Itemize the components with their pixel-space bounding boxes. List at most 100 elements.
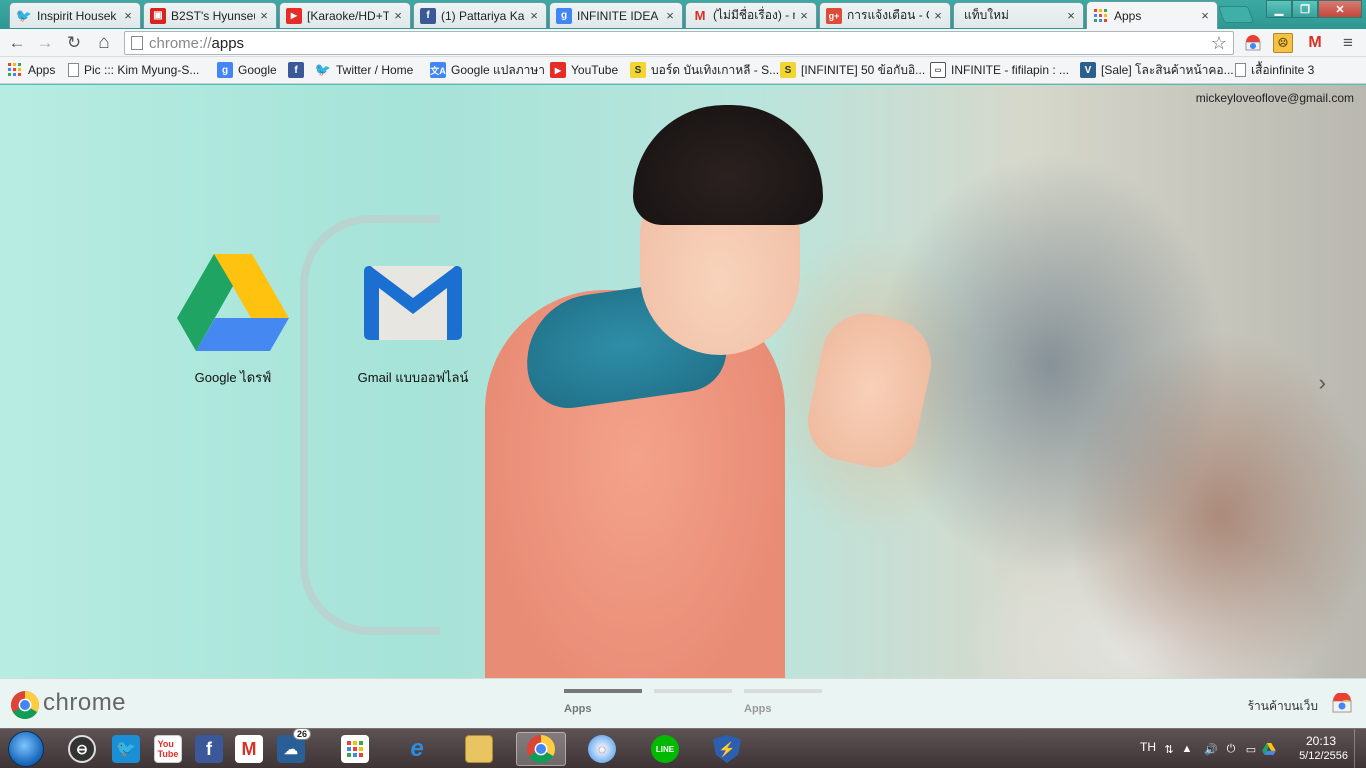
input-method-icon[interactable]: ⇅ [1162,742,1176,756]
bookmark-infinite-shirt[interactable]: เสื้อinfinite 3 [1235,61,1314,79]
page-switcher-apps-3[interactable]: Apps [744,689,822,715]
bookmark-google-translate[interactable]: 文A Google แปลภาษา [430,61,545,79]
bookmark-facebook[interactable]: f [288,61,309,79]
page-switcher-apps-1[interactable]: Apps [564,689,642,715]
notification-badge: 26 [292,728,311,740]
next-page-chevron-icon[interactable]: › [1319,370,1326,396]
bookmark-infinite-50[interactable]: S [INFINITE] 50 ข้อกับอิ... [780,61,925,79]
network-icon[interactable]: ▭ [1244,742,1258,756]
taskbar-twitter[interactable]: 🐦 [106,732,146,766]
taskbar-swirl-app[interactable]: ◌ [582,732,622,766]
google-drive-tray-icon[interactable] [1262,742,1276,756]
v-icon: V [1080,62,1096,78]
app-google-drive[interactable]: Google ไดรฟ์ [158,253,308,388]
close-icon[interactable]: × [932,9,944,22]
menu-icon[interactable]: ≡ [1338,33,1358,53]
close-icon[interactable]: × [528,9,540,22]
show-desktop-button[interactable] [1354,729,1366,768]
page-icon [68,63,79,77]
taskbar-explorer[interactable] [459,732,499,766]
tab-label: แท็บใหม่ [964,8,1009,22]
power-icon[interactable]: ⏻ [1224,742,1238,756]
tab-label: Apps [1114,8,1142,23]
bookmark-star-icon[interactable]: ☆ [1211,33,1227,54]
bookmark-korean-board[interactable]: S บอร์ด บันเทิงเกาหลี - S... [630,61,779,79]
close-icon[interactable]: × [122,9,134,22]
tab-label: การแจ้งเตือน - G [847,8,929,22]
bookmark-label: YouTube [571,63,619,77]
bookmark-sale[interactable]: V [Sale] โละสินค้าหน้าคอ... [1080,61,1234,79]
taskbar-cover-app[interactable]: ⊖ [62,732,102,766]
tab-apps[interactable]: Apps × [1086,1,1218,29]
google-icon: g [556,7,572,24]
google-icon: g [217,62,233,78]
new-tab-button[interactable] [1217,6,1255,23]
account-email[interactable]: mickeyloveoflove@gmail.com [1196,91,1354,105]
home-button[interactable]: ⌂ [93,32,115,54]
taskbar-security[interactable]: ⚡ [707,732,747,766]
page-indicator-bar [654,689,732,693]
tab-facebook[interactable]: f (1) Pattariya Ka × [413,2,547,28]
taskbar-internet-explorer[interactable]: e [397,732,437,766]
tab-new-tab[interactable]: แท็บใหม่ × [953,2,1084,28]
omnibox[interactable]: chrome://apps ☆ [124,31,1234,55]
window-controls: ▁ ❐ ✕ [1266,0,1362,18]
taskbar-facebook[interactable]: f [189,732,229,766]
tab-karaoke[interactable]: ▶ [Karaoke/HD+T × [279,2,411,28]
tab-infinite-idea[interactable]: g INFINITE IDEA | × [549,2,683,28]
webstore-icon[interactable] [1332,693,1352,713]
folder-icon [465,735,493,763]
taskbar-weather[interactable]: ☁ 26 [271,728,311,766]
bookmark-google[interactable]: g Google [217,61,277,79]
webstore-link[interactable]: ร้านค้าบนเว็บ [1248,697,1318,716]
close-icon[interactable]: × [1065,9,1077,22]
close-icon[interactable]: × [258,9,270,22]
volume-icon[interactable]: 🔊 [1204,742,1218,756]
clock-date[interactable]: 5/12/2556 [1299,750,1348,762]
taskbar-apps-launcher[interactable] [335,732,375,766]
app-gmail-offline[interactable]: Gmail แบบออฟไลน์ [338,253,488,388]
taskbar-gmail[interactable]: M [229,732,269,766]
bookmark-apps[interactable]: Apps [7,61,55,79]
google-plus-icon: g+ [826,7,842,24]
bookmark-pic-kim[interactable]: Pic ::: Kim Myung-S... [68,61,199,79]
tab-notifications[interactable]: g+ การแจ้งเตือน - G × [819,2,951,28]
bookmark-fifilapin[interactable]: ▭ INFINITE - fifilapin : ... [930,61,1069,79]
circle-logo-icon: ⊖ [68,735,96,763]
close-icon[interactable]: × [664,9,676,22]
url-host: apps [211,34,245,52]
taskbar-youtube[interactable]: You Tube [148,732,188,766]
page-label: Apps [564,703,592,715]
tab-b2st[interactable]: ▣ B2ST's Hyunseu × [143,2,277,28]
taskbar-line[interactable]: LINE [645,732,685,766]
shield-icon: ⚡ [713,735,741,763]
restore-icon[interactable]: ❐ [1292,0,1318,18]
close-icon[interactable]: × [392,9,404,22]
language-indicator[interactable]: TH [1140,740,1156,754]
webstore-extension-icon[interactable] [1243,33,1263,53]
minimize-icon[interactable]: ▁ [1266,0,1292,18]
forward-button[interactable]: → [34,32,56,54]
emoji-extension-icon[interactable]: ☹ [1273,33,1293,53]
clock-time[interactable]: 20:13 [1306,734,1336,748]
bookmark-twitter[interactable]: 🐦 Twitter / Home [315,61,413,79]
bookmark-youtube[interactable]: ▶ YouTube [550,61,618,79]
close-window-icon[interactable]: ✕ [1318,0,1362,18]
page-switcher-2[interactable] [654,689,732,703]
twitter-icon: 🐦 [314,62,332,77]
reload-button[interactable]: ↻ [63,32,85,54]
chrome-logo-icon [11,691,39,719]
start-button[interactable] [8,731,44,767]
close-icon[interactable]: × [1199,9,1211,22]
gmail-extension-icon[interactable]: M [1305,33,1325,53]
show-hidden-icons-icon[interactable]: ▲ [1180,742,1194,756]
taskbar-chrome[interactable] [516,732,566,766]
close-icon[interactable]: × [798,9,810,22]
background-figure-hand [800,305,940,475]
system-tray: TH ⇅ ▲ 🔊 ⏻ ▭ 20:13 5/12/2556 [1116,729,1366,768]
back-button[interactable]: ← [6,32,28,54]
tab-gmail[interactable]: M (ไม่มีชื่อเรื่อง) - m × [685,2,817,28]
tab-inspirit[interactable]: 🐦 Inspirit Housek × [9,2,141,28]
apps-grid-icon [341,735,369,763]
bookmark-label: [INFINITE] 50 ข้อกับอิ... [801,62,926,77]
